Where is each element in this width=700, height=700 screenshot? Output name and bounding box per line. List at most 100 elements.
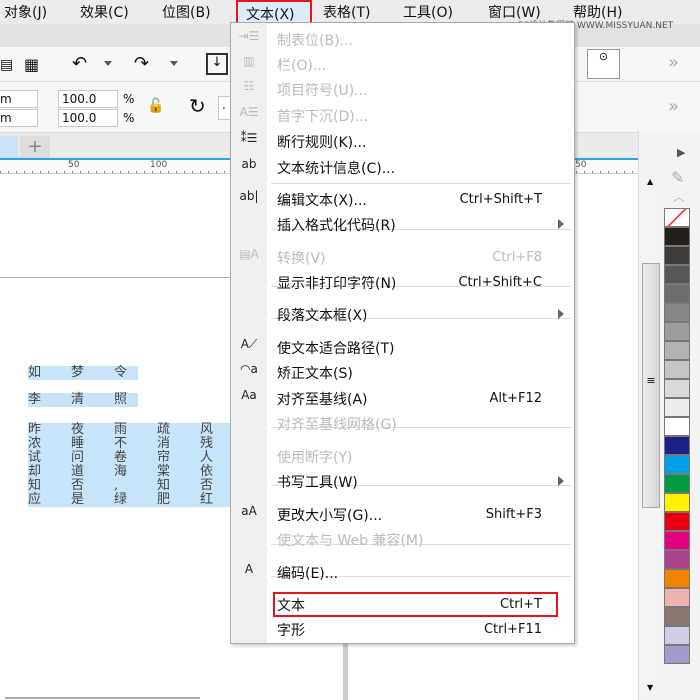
expand-toolbar-button[interactable]: »	[668, 52, 679, 73]
character: 昨	[28, 422, 42, 437]
color-swatch[interactable]	[664, 645, 690, 664]
color-swatch[interactable]	[664, 436, 690, 455]
menu-item[interactable]: 书写工具(W)	[231, 469, 574, 494]
color-swatch[interactable]	[664, 360, 690, 379]
menu-item[interactable]: A 编码(E)...	[231, 560, 574, 585]
undo-dropdown-icon[interactable]	[104, 61, 112, 66]
character: 海	[114, 464, 128, 479]
menu-item[interactable]: ⁑☰ 断行规则(K)...	[231, 129, 574, 154]
color-swatch[interactable]	[664, 417, 690, 436]
menu-effects[interactable]: 效果(C)	[80, 2, 129, 22]
paste-icon[interactable]: ▦	[24, 55, 39, 74]
color-swatch[interactable]	[664, 550, 690, 569]
color-swatch[interactable]	[664, 607, 690, 626]
menu-item-label: 使文本与 Web 兼容(M)	[277, 533, 424, 549]
rotate-icon: ↻	[189, 94, 206, 118]
percent-label: %	[123, 92, 135, 106]
character: 知	[157, 478, 171, 493]
character: 应	[28, 492, 42, 507]
page-edge	[0, 277, 232, 278]
character: 人	[200, 450, 214, 465]
menu-item[interactable]: 插入格式化代码(R)	[231, 212, 574, 237]
character: 如	[28, 365, 42, 380]
character: 绿	[114, 492, 128, 507]
menu-item[interactable]: A⟋ 使文本适合路径(T)	[231, 335, 574, 360]
color-swatch[interactable]	[664, 379, 690, 398]
color-swatch[interactable]	[664, 569, 690, 588]
ruler-label: 50	[68, 160, 80, 170]
color-swatch[interactable]	[664, 227, 690, 246]
color-swatch[interactable]	[664, 303, 690, 322]
scroll-thumb[interactable]: ≡	[642, 263, 660, 508]
scale-y-field[interactable]: 100.0	[58, 109, 118, 127]
menu-item: 对齐至基线网格(G)	[231, 411, 574, 436]
palette-scroll-up-icon[interactable]: ︿	[673, 188, 685, 205]
color-swatch[interactable]	[664, 284, 690, 303]
color-swatch[interactable]	[664, 512, 690, 531]
menu-item[interactable]: 显示非打印字符(N) Ctrl+Shift+C	[231, 270, 574, 295]
submenu-arrow-icon	[558, 476, 564, 486]
lock-ratio-icon[interactable]: 🔓	[147, 98, 164, 114]
menu-item-label: 插入格式化代码(R)	[277, 218, 396, 234]
change-case-icon: aA	[241, 504, 257, 518]
menu-tools[interactable]: 工具(O)	[403, 2, 453, 22]
color-swatch[interactable]	[664, 493, 690, 512]
menu-item[interactable]: ab 文本统计信息(C)...	[231, 155, 574, 180]
palette-menu-icon[interactable]: ▶	[677, 146, 685, 159]
character: 肥	[157, 492, 171, 507]
scroll-down-icon[interactable]: ▼	[647, 683, 653, 692]
menu-object[interactable]: 对象(J)	[4, 2, 47, 22]
color-swatch[interactable]	[664, 322, 690, 341]
color-swatch[interactable]	[664, 531, 690, 550]
align-baseline-icon: Aa	[241, 388, 257, 402]
menu-separator	[271, 183, 571, 184]
submenu-arrow-icon	[558, 219, 564, 229]
menu-item-label: 书写工具(W)	[277, 475, 358, 491]
menu-item[interactable]: Aa 对齐至基线(A) Alt+F12	[231, 386, 574, 411]
menu-item: ▥ 栏(O)...	[231, 52, 574, 77]
character: ,	[114, 478, 119, 493]
add-tab-button[interactable]: +	[20, 136, 50, 158]
menu-item[interactable]: 文本 Ctrl+T	[231, 592, 574, 617]
view-options-icon[interactable]: ⊙	[587, 49, 620, 79]
color-swatch[interactable]	[664, 626, 690, 645]
redo-icon[interactable]: ↷	[134, 53, 149, 74]
color-swatch[interactable]	[664, 474, 690, 493]
menu-table[interactable]: 表格(T)	[323, 2, 370, 22]
menu-item[interactable]: 字形 Ctrl+F11	[231, 617, 574, 642]
menu-item[interactable]: 段落文本框(X)	[231, 302, 574, 327]
bullets-icon: ☷	[243, 79, 255, 93]
menu-item[interactable]: ◠a 矫正文本(S)	[231, 360, 574, 385]
character: 道	[71, 464, 85, 479]
menu-item-shortcut: Ctrl+Shift+T	[459, 192, 542, 207]
menu-item-label: 编辑文本(X)...	[277, 193, 367, 209]
vertical-scrollbar[interactable]: ▲ ≡ ▼	[641, 175, 661, 698]
color-swatch[interactable]	[664, 398, 690, 417]
menu-bitmap[interactable]: 位图(B)	[162, 2, 211, 22]
height-field[interactable]: m	[0, 109, 38, 127]
horizontal-scrollbar[interactable]	[5, 697, 200, 699]
menu-item[interactable]: aA 更改大小写(G)... Shift+F3	[231, 502, 574, 527]
color-swatch[interactable]	[664, 246, 690, 265]
color-swatch[interactable]	[664, 341, 690, 360]
menu-item[interactable]: ab| 编辑文本(X)... Ctrl+Shift+T	[231, 187, 574, 212]
scale-x-field[interactable]: 100.0	[58, 90, 118, 108]
color-swatch[interactable]	[664, 588, 690, 607]
straighten-text-icon: ◠a	[240, 362, 258, 376]
list-icon[interactable]: ▤	[0, 57, 13, 73]
expand-propbar-button[interactable]: »	[668, 96, 679, 117]
import-icon[interactable]: ↓	[206, 53, 228, 75]
color-swatch[interactable]	[664, 265, 690, 284]
document-tab[interactable]	[0, 136, 18, 158]
redo-dropdown-icon[interactable]	[170, 61, 178, 66]
width-field[interactable]: m	[0, 90, 38, 108]
line-break-icon: ⁑☰	[240, 131, 258, 145]
undo-icon[interactable]: ↶	[72, 53, 87, 74]
color-swatch[interactable]	[664, 455, 690, 474]
edit-text-icon: ab|	[239, 189, 259, 203]
character: 残	[200, 436, 214, 451]
scroll-up-icon[interactable]: ▲	[647, 177, 653, 186]
character: 是	[71, 492, 85, 507]
no-color-swatch[interactable]	[664, 208, 690, 227]
eyedropper-icon[interactable]: ✎	[671, 168, 684, 187]
